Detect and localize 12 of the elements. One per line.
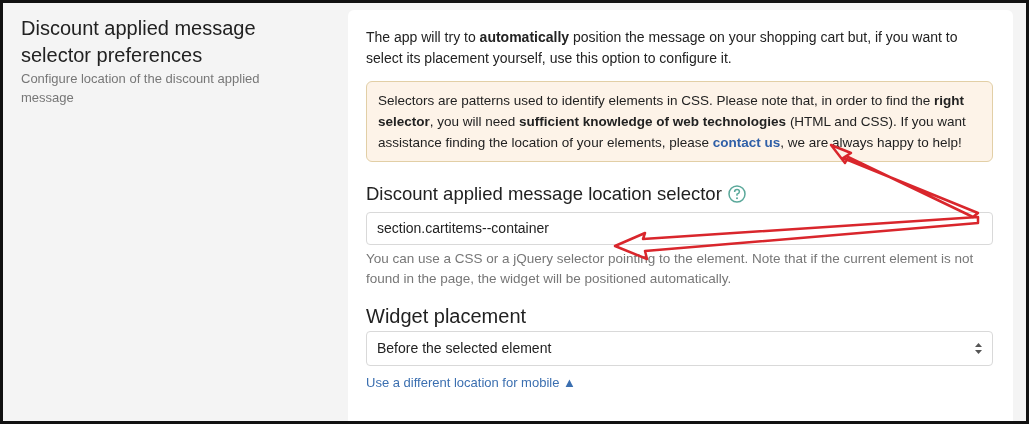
field-label: Discount applied message location selector — [366, 182, 722, 206]
mobile-location-link[interactable]: Use a different location for mobile ▲ — [366, 372, 993, 393]
selector-input[interactable]: section.cartitems--container — [366, 211, 993, 245]
section-description: Configure location of the discount applied message — [21, 70, 261, 107]
placement-select[interactable]: Before the selected element — [366, 330, 993, 366]
intro-text: The app will try to automatically position the message on your shopping cart but, if you want to select its placement yourself, use this option to configure it. — [366, 28, 959, 68]
field-label: Widget placement — [366, 303, 528, 329]
caret-icon: ▲ — [563, 374, 576, 390]
help-icon[interactable] — [727, 184, 746, 203]
select-arrows-icon — [975, 342, 982, 354]
section-title: Discount applied message selector preferences — [21, 16, 257, 68]
notice-text: Selectors are patterns used to identify elements in CSS. Please note that, in order to find the right selector, you will need sufficient knowledge of web technologies (HTML and CSS). If you want assistance finding the location of your elements, please contact us, we are always happy to help! — [378, 92, 967, 152]
